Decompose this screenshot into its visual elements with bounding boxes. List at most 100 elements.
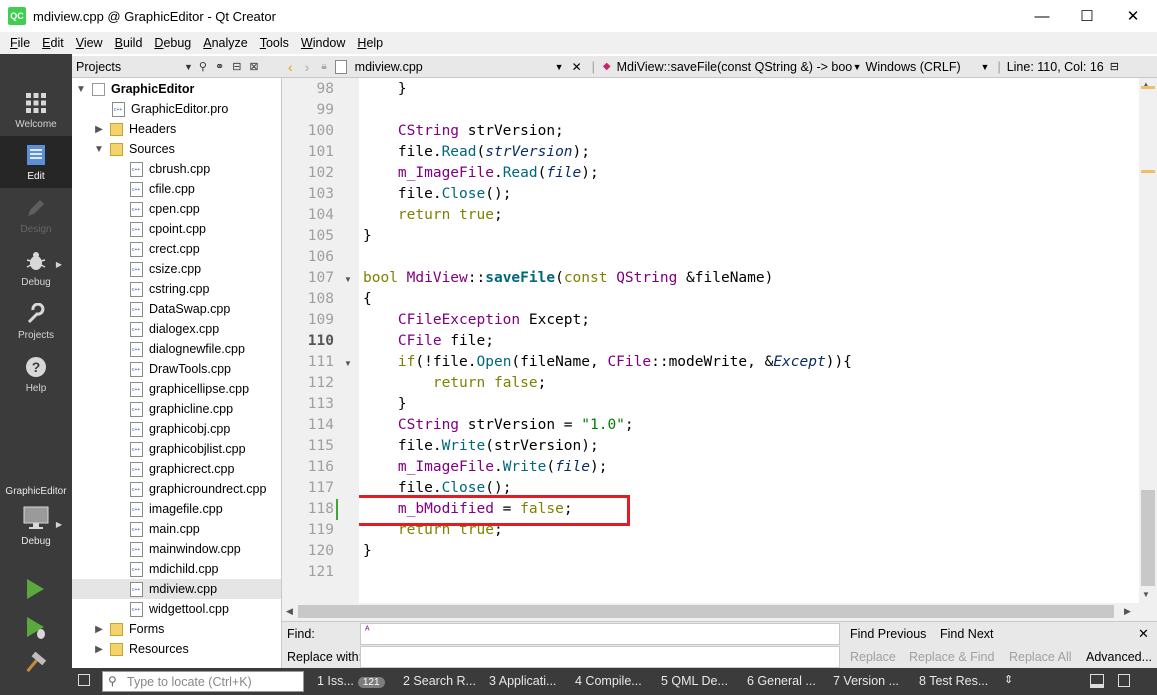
expand-arrow-icon[interactable]: ▶ <box>92 124 106 135</box>
link-icon[interactable]: ⚭ <box>215 60 224 73</box>
horizontal-scrollbar[interactable]: ◀ ▶ <box>282 603 1157 621</box>
mode-projects[interactable]: Projects <box>0 295 72 347</box>
code-line[interactable]: m_ImageFile.Read(file); <box>363 163 599 184</box>
tree-item-file[interactable]: graphicobj.cpp <box>72 419 281 439</box>
fold-marker-icon[interactable]: ▼ <box>344 359 352 368</box>
code-line[interactable]: bool MdiView::saveFile(const QString &fi… <box>363 268 773 289</box>
close-button[interactable]: ✕ <box>1111 0 1155 32</box>
code-line[interactable]: file.Close(); <box>363 184 512 205</box>
toggle-sidebar-icon[interactable] <box>78 674 90 686</box>
output-tab-compile-output[interactable]: 4 Compile... <box>575 674 642 688</box>
code-line[interactable]: return false; <box>363 373 547 394</box>
filter-icon[interactable]: ⚲ <box>199 60 207 73</box>
tree-item-file[interactable]: cpen.cpp <box>72 199 281 219</box>
tree-item-file[interactable]: csize.cpp <box>72 259 281 279</box>
menu-analyze[interactable]: Analyze <box>197 36 253 50</box>
tree-item-file[interactable]: cbrush.cpp <box>72 159 281 179</box>
tree-item-file[interactable]: DataSwap.cpp <box>72 299 281 319</box>
replace-all-button[interactable]: Replace All <box>1009 650 1072 664</box>
tree-item-file[interactable]: imagefile.cpp <box>72 499 281 519</box>
collapse-arrow-icon[interactable]: ▼ <box>74 84 88 95</box>
cursor-position[interactable]: Line: 110, Col: 16 <box>1007 60 1104 74</box>
fold-marker-icon[interactable]: ▼ <box>344 275 352 284</box>
dropdown-arrow-icon[interactable]: ▼ <box>981 62 990 72</box>
mode-debug[interactable]: Debug ▶ <box>0 242 72 294</box>
menu-help[interactable]: Help <box>351 36 389 50</box>
run-button[interactable] <box>24 578 46 603</box>
code-line[interactable]: m_ImageFile.Write(file); <box>363 457 608 478</box>
tree-item-file[interactable]: graphicellipse.cpp <box>72 379 281 399</box>
find-input[interactable]: ᴬ <box>360 623 840 645</box>
tree-item-file[interactable]: graphicobjlist.cpp <box>72 439 281 459</box>
tree-item-file[interactable]: main.cpp <box>72 519 281 539</box>
find-options-icon[interactable]: ᴬ <box>365 625 370 636</box>
tree-item-file[interactable]: graphicroundrect.cpp <box>72 479 281 499</box>
tree-item-file[interactable]: mdichild.cpp <box>72 559 281 579</box>
code-line[interactable]: file.Write(strVersion); <box>363 436 599 457</box>
tree-item-file[interactable]: mainwindow.cpp <box>72 539 281 559</box>
output-tab-search-results[interactable]: 2 Search R... <box>403 674 476 688</box>
split-icon[interactable]: ⊟ <box>232 60 241 73</box>
tree-item-file[interactable]: dialogex.cpp <box>72 319 281 339</box>
tree-item-file[interactable]: cstring.cpp <box>72 279 281 299</box>
code-line[interactable]: CString strVersion; <box>363 121 564 142</box>
scroll-thumb[interactable] <box>1141 490 1155 586</box>
symbol-selector[interactable]: MdiView::saveFile(const QString &) -> bo… <box>617 60 853 74</box>
close-document-icon[interactable]: ✕ <box>572 60 582 74</box>
code-line[interactable]: CFileException Except; <box>363 310 590 331</box>
menu-build[interactable]: Build <box>109 36 149 50</box>
tree-item-sources[interactable]: ▼ Sources <box>72 139 281 159</box>
tree-root[interactable]: ▼ GraphicEditor <box>72 79 281 99</box>
build-button[interactable] <box>24 651 47 677</box>
dropdown-arrow-icon[interactable]: ▼ <box>555 62 564 72</box>
code-line[interactable]: } <box>363 394 407 415</box>
forward-icon[interactable]: › <box>305 59 310 75</box>
tree-item-file[interactable]: widgettool.cpp <box>72 599 281 619</box>
scroll-down-icon[interactable]: ▼ <box>1142 590 1150 599</box>
find-next-button[interactable]: Find Next <box>940 627 994 641</box>
tab-scroll-icon[interactable]: ⇕ <box>1004 673 1013 686</box>
replace-input[interactable] <box>360 646 840 668</box>
output-tab-qml-debugger[interactable]: 5 QML De... <box>661 674 728 688</box>
code-line[interactable]: } <box>363 226 372 247</box>
menu-file[interactable]: File <box>4 36 36 50</box>
expand-arrow-icon[interactable]: ▶ <box>92 624 106 635</box>
code-line[interactable]: } <box>363 541 372 562</box>
menu-window[interactable]: Window <box>295 36 351 50</box>
replace-button[interactable]: Replace <box>850 650 896 664</box>
tree-item-pro-file[interactable]: GraphicEditor.pro <box>72 99 281 119</box>
progress-toggle-icon[interactable] <box>1090 674 1104 688</box>
toggle-output-icon[interactable] <box>1118 674 1130 687</box>
open-file-selector[interactable]: mdiview.cpp <box>355 60 555 74</box>
line-ending-selector[interactable]: Windows (CRLF) <box>866 60 981 74</box>
tree-item-file[interactable]: graphicline.cpp <box>72 399 281 419</box>
output-tab-application-output[interactable]: 3 Applicati... <box>489 674 556 688</box>
menu-tools[interactable]: Tools <box>254 36 295 50</box>
mode-help[interactable]: ? Help <box>0 348 72 400</box>
dropdown-arrow-icon[interactable]: ▼ <box>853 62 862 72</box>
tree-item-file[interactable]: cfile.cpp <box>72 179 281 199</box>
code-line[interactable]: if(!file.Open(fileName, CFile::modeWrite… <box>363 352 852 373</box>
tree-item-file[interactable]: graphicrect.cpp <box>72 459 281 479</box>
projects-view-selector[interactable]: Projects <box>76 60 184 74</box>
maximize-button[interactable]: ☐ <box>1065 0 1109 32</box>
menu-debug[interactable]: Debug <box>148 36 197 50</box>
kit-selector[interactable]: Debug ▶ <box>0 506 72 554</box>
split-editor-icon[interactable]: ⊟ <box>1110 60 1119 73</box>
mode-edit[interactable]: Edit <box>0 136 72 188</box>
code-line[interactable]: file.Read(strVersion); <box>363 142 590 163</box>
code-line[interactable]: CString strVersion = "1.0"; <box>363 415 634 436</box>
minimize-button[interactable]: — <box>1020 0 1064 32</box>
tree-item-file[interactable]: DrawTools.cpp <box>72 359 281 379</box>
vertical-scrollbar[interactable]: ▲ ▼ <box>1139 78 1157 603</box>
output-tab-issues[interactable]: 1 Iss... 121 <box>317 674 385 688</box>
output-tab-general-messages[interactable]: 6 General ... <box>747 674 816 688</box>
back-icon[interactable]: ‹ <box>288 59 293 75</box>
tree-item-forms[interactable]: ▶ Forms <box>72 619 281 639</box>
scroll-left-icon[interactable]: ◀ <box>286 606 293 617</box>
code-line[interactable]: { <box>363 289 372 310</box>
scroll-right-icon[interactable]: ▶ <box>1124 606 1131 617</box>
tree-item-file[interactable]: crect.cpp <box>72 239 281 259</box>
mode-welcome[interactable]: Welcome <box>0 84 72 136</box>
advanced-button[interactable]: Advanced... <box>1086 650 1152 664</box>
